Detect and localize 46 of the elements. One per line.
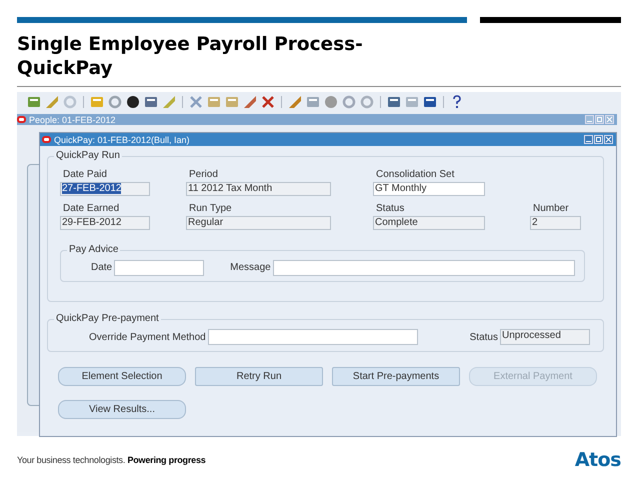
input-field: Unprocessed: [500, 329, 590, 345]
minimize-icon[interactable]: [585, 115, 594, 124]
field-label: Date Earned: [62, 203, 120, 215]
maximize-icon[interactable]: [595, 115, 604, 124]
input-field[interactable]: [208, 329, 418, 345]
input-field[interactable]: Complete: [373, 216, 485, 230]
group-label: QuickPay Run: [54, 150, 122, 161]
document-icon[interactable]: [306, 95, 320, 109]
field-label: Date: [91, 262, 114, 273]
input-field[interactable]: [114, 260, 204, 276]
group-label: Pay Advice: [67, 244, 120, 255]
field-label: Override Payment Method: [89, 332, 207, 342]
pencil-icon[interactable]: [288, 95, 302, 109]
action-button[interactable]: Retry Run: [195, 367, 323, 386]
field-label: Status: [470, 332, 499, 342]
window-title: People: 01-FEB-2012: [29, 114, 116, 124]
minimize-icon[interactable]: [584, 135, 593, 144]
logo: Atos: [574, 449, 621, 471]
field-label: Run Type: [188, 203, 233, 215]
slide-title: Single Employee Payroll Process-QuickPay: [17, 33, 364, 81]
field-label: Number: [532, 203, 570, 215]
window-title: QuickPay: 01-FEB-2012(Bull, Ian): [54, 134, 190, 144]
circle-icon[interactable]: [63, 95, 77, 109]
input-field[interactable]: GT Monthly: [373, 182, 485, 196]
delete-record-icon[interactable]: [261, 95, 275, 109]
field-label: Consolidation Set: [375, 169, 456, 181]
sphere-icon[interactable]: [324, 95, 338, 109]
group-label: QuickPay Pre-payment: [54, 313, 161, 324]
field-label: Status: [375, 203, 406, 215]
maximize-icon[interactable]: [594, 135, 603, 144]
input-field[interactable]: 2: [530, 216, 581, 230]
input-field[interactable]: 27-FEB-2012: [60, 182, 150, 196]
field-label: Message: [230, 262, 272, 273]
input-field[interactable]: [272, 260, 575, 276]
action-button[interactable]: Element Selection: [58, 367, 186, 386]
help-icon[interactable]: [450, 95, 464, 109]
action-button[interactable]: View Results...: [58, 400, 186, 419]
field-label: Date Paid: [62, 169, 108, 181]
field-label: Period: [188, 169, 219, 181]
input-field[interactable]: Regular: [186, 216, 331, 230]
input-field[interactable]: 11 2012 Tax Month: [186, 182, 331, 196]
input-field[interactable]: 29-FEB-2012: [60, 216, 150, 230]
action-button[interactable]: Start Pre-payments: [332, 367, 460, 386]
close-icon[interactable]: [605, 115, 614, 124]
tagline: Your business technologists. Powering progress: [17, 455, 206, 465]
close-icon[interactable]: [604, 135, 613, 144]
